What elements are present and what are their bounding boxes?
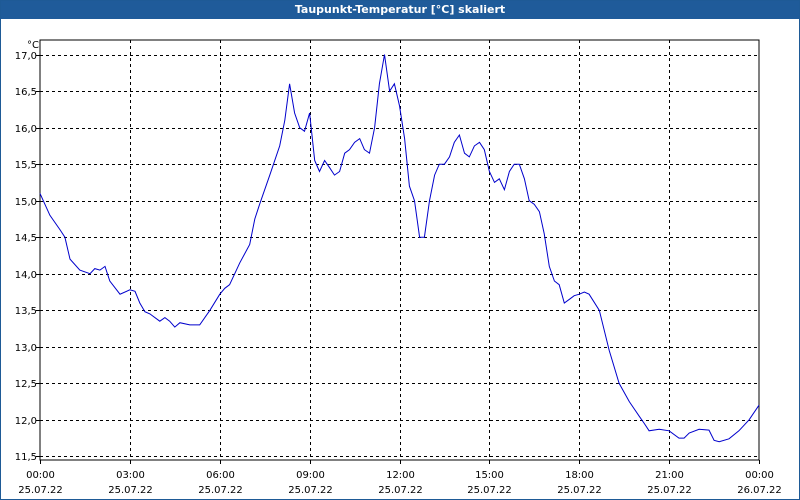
x-tick-time-label: 06:00 [206, 470, 235, 481]
x-tick-time-label: 09:00 [296, 470, 325, 481]
x-tick-date-label: 25.07.22 [108, 485, 153, 496]
x-tick-time-label: 18:00 [565, 470, 594, 481]
y-tick-label: 12,0 [15, 416, 37, 427]
x-tick-date-label: 25.07.22 [467, 485, 512, 496]
x-tick-date-label: 25.07.22 [378, 485, 423, 496]
y-tick-label: 17,0 [15, 51, 37, 62]
x-tick-date-label: 25.07.22 [647, 485, 692, 496]
x-tick-time-label: 00:00 [26, 470, 55, 481]
y-tick-label: 13,5 [15, 306, 37, 317]
y-tick-label: 14,0 [15, 270, 37, 281]
chart-window: Taupunkt-Temperatur [°C] skaliert 17,0 16… [0, 0, 800, 500]
x-tick-date-label: 25.07.22 [288, 485, 333, 496]
y-tick-label: 16,5 [15, 87, 37, 98]
x-tick-time-label: 12:00 [386, 470, 415, 481]
plot-area [39, 39, 760, 461]
x-tick-date-label: 25.07.22 [198, 485, 243, 496]
x-tick-time-label: 00:00 [745, 470, 774, 481]
y-tick-label: 15,5 [15, 160, 37, 171]
y-tick-label: 15,0 [15, 197, 37, 208]
x-tick-time-label: 21:00 [655, 470, 684, 481]
y-tick-label: 11,5 [15, 452, 37, 463]
x-tick-date-label: 25.07.22 [557, 485, 602, 496]
y-tick-label: 16,0 [15, 124, 37, 135]
x-tick-date-label: 26.07.22 [737, 485, 782, 496]
y-tick-label: 14,5 [15, 233, 37, 244]
y-tick-label: 13,0 [15, 343, 37, 354]
x-tick-time-label: 15:00 [475, 470, 504, 481]
line-chart: 17,0 16,5 16,0 15,5 15,0 14,5 14,0 13,5 13,0 12,5… [15, 39, 782, 496]
x-tick-time-label: 03:00 [116, 470, 145, 481]
y-tick-label: 12,5 [15, 379, 37, 390]
y-axis-unit: °C [27, 40, 39, 51]
x-tick-date-label: 25.07.22 [18, 485, 63, 496]
